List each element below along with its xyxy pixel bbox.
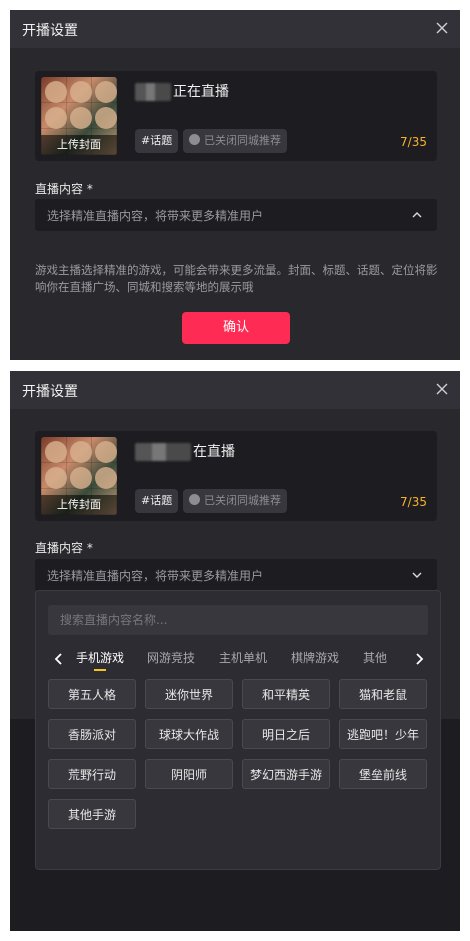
content-description: 游戏主播选择精准的游戏，可能会带来更多流量。封面、标题、话题、定位将影响你在直播…	[35, 263, 438, 294]
game-tag[interactable]: 逃跑吧！少年	[339, 719, 427, 749]
topic-chip[interactable]: #话题	[135, 489, 179, 513]
dialog-header: 开播设置	[10, 371, 460, 409]
tab-mobile-games[interactable]: 手机游戏	[76, 649, 124, 671]
stream-title-text: 正在直播	[173, 84, 229, 100]
stream-title[interactable]: 正在直播	[135, 81, 229, 101]
confirm-button[interactable]: 确认	[182, 312, 290, 344]
content-dropdown: 手机游戏 网游竞技 主机单机 棋牌游戏 其他 第五人格 迷你世界 和平精英 猫和…	[35, 590, 441, 870]
dialog-title: 开播设置	[22, 384, 78, 400]
game-tag[interactable]: 荒野行动	[48, 759, 136, 789]
chevron-down-icon	[412, 572, 422, 578]
tab-console-single[interactable]: 主机单机	[219, 649, 267, 666]
city-recommend-label: 已关闭同城推荐	[204, 494, 281, 507]
stream-title-text: 在直播	[193, 444, 235, 460]
game-tag[interactable]: 香肠派对	[48, 719, 136, 749]
tab-others[interactable]: 其他	[363, 649, 387, 666]
live-settings-dialog-expanded: 开播设置 上传封面 在直播 #话题 已关闭同城推荐 7/35 直播内容 * 选择…	[10, 371, 460, 931]
stream-info-card: 上传封面 正在直播 #话题 已关闭同城推荐 7/35	[35, 71, 437, 161]
category-tabs: 手机游戏 网游竞技 主机单机 棋牌游戏 其他	[36, 645, 442, 673]
content-select[interactable]: 选择精准直播内容，将带来更多精准用户	[35, 199, 437, 231]
redacted-username	[135, 83, 171, 101]
stream-title[interactable]: 在直播	[135, 441, 235, 461]
toggle-dot-icon	[189, 134, 200, 145]
game-tag[interactable]: 猫和老鼠	[339, 679, 427, 709]
game-tag[interactable]: 其他手游	[48, 799, 136, 829]
tab-board-card[interactable]: 棋牌游戏	[291, 649, 339, 666]
content-select[interactable]: 选择精准直播内容，将带来更多精准用户	[35, 559, 437, 591]
title-counter: 7/35	[400, 495, 427, 509]
redacted-username	[135, 443, 191, 461]
chevron-up-icon	[412, 212, 422, 218]
arrow-right-icon[interactable]	[414, 653, 424, 665]
content-label: 直播内容 *	[35, 541, 93, 555]
city-recommend-chip[interactable]: 已关闭同城推荐	[183, 129, 287, 153]
title-counter: 7/35	[400, 135, 427, 149]
content-search-input[interactable]	[48, 605, 428, 635]
tab-online-competitive[interactable]: 网游竞技	[147, 649, 195, 666]
city-recommend-chip[interactable]: 已关闭同城推荐	[183, 489, 287, 513]
close-icon[interactable]	[434, 20, 450, 36]
dialog-header: 开播设置	[10, 10, 460, 48]
game-tag[interactable]: 阴阳师	[145, 759, 233, 789]
close-icon[interactable]	[434, 381, 450, 397]
content-label: 直播内容 *	[35, 182, 93, 196]
toggle-dot-icon	[189, 494, 200, 505]
dialog-title: 开播设置	[22, 23, 78, 39]
game-tag[interactable]: 堡垒前线	[339, 759, 427, 789]
topic-chip[interactable]: #话题	[135, 129, 179, 153]
cover-image[interactable]: 上传封面	[41, 77, 117, 155]
content-select-placeholder: 选择精准直播内容，将带来更多精准用户	[47, 209, 264, 223]
arrow-left-icon[interactable]	[54, 653, 64, 665]
upload-cover-label[interactable]: 上传封面	[41, 135, 117, 155]
game-tag[interactable]: 迷你世界	[145, 679, 233, 709]
active-tab-underline	[94, 669, 106, 671]
live-settings-dialog-collapsed: 开播设置 上传封面 正在直播 #话题 已关闭同城推荐 7/35 直播内容 * 选…	[10, 10, 460, 360]
stream-info-card: 上传封面 在直播 #话题 已关闭同城推荐 7/35	[35, 431, 437, 521]
upload-cover-label[interactable]: 上传封面	[41, 495, 117, 515]
game-tag[interactable]: 和平精英	[242, 679, 330, 709]
cover-image[interactable]: 上传封面	[41, 437, 117, 515]
content-select-placeholder: 选择精准直播内容，将带来更多精准用户	[47, 569, 264, 583]
game-tag[interactable]: 梦幻西游手游	[242, 759, 330, 789]
game-tag[interactable]: 球球大作战	[145, 719, 233, 749]
game-tag[interactable]: 第五人格	[48, 679, 136, 709]
game-tag[interactable]: 明日之后	[242, 719, 330, 749]
city-recommend-label: 已关闭同城推荐	[204, 134, 281, 147]
